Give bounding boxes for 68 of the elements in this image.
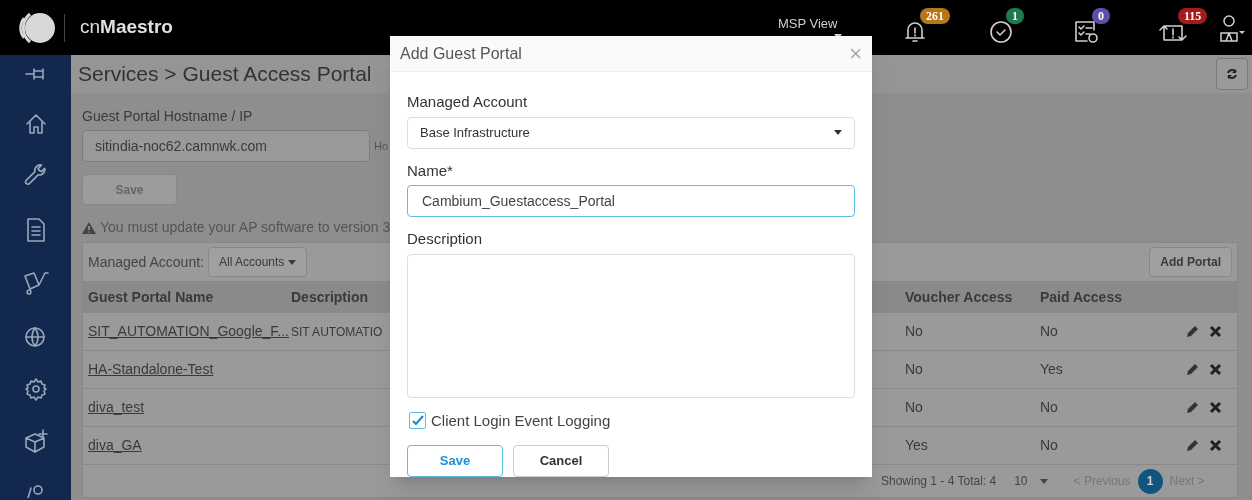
settings-icon[interactable] (23, 376, 48, 401)
table-cell-text: No (1040, 322, 1059, 341)
delete-icon[interactable] (1209, 325, 1222, 338)
cancel-button[interactable]: Cancel (513, 445, 609, 477)
table-cell-text: Yes (1040, 360, 1064, 379)
page-size-dropdown[interactable]: 10 (1014, 472, 1048, 490)
column-header: Description (291, 287, 369, 307)
hint-text: Ho (374, 138, 389, 154)
portal-link[interactable]: HA-Standalone-Test (88, 359, 291, 380)
checkbox[interactable] (409, 412, 426, 430)
pagination-summary: Showing 1 - 4 Total: 4 (881, 473, 997, 490)
description-field[interactable] (407, 253, 855, 398)
checklist-icon (1074, 19, 1100, 44)
caret-icon (834, 130, 842, 135)
edit-icon[interactable] (1186, 363, 1199, 376)
add-portal-button[interactable]: Add Portal (1149, 247, 1232, 277)
cart-icon[interactable] (21, 269, 50, 296)
refresh-icon (1226, 68, 1238, 80)
caret-icon (1039, 478, 1048, 484)
checkbox-label: Client Login Event Logging (431, 410, 611, 431)
field-label: Description (407, 229, 484, 249)
table-cell-text: No (905, 360, 924, 379)
caret-icon (288, 259, 297, 265)
delete-icon[interactable] (1209, 401, 1222, 414)
pin-icon[interactable] (24, 65, 47, 82)
count-badge: 261 (920, 8, 950, 24)
column-header: Voucher Access (905, 287, 1014, 307)
table-cell-text: No (1040, 398, 1059, 417)
table-cell-text: Yes (905, 436, 929, 455)
column-header: Paid Access (1040, 287, 1123, 307)
home-icon[interactable] (23, 111, 48, 136)
page-title: Services > Guest Access Portal (78, 61, 372, 88)
count-badge: 115 (1178, 8, 1208, 24)
name-field[interactable]: Cambium_Guestaccess_Portal (407, 185, 855, 217)
filter-label: Managed Account: (88, 252, 204, 272)
user-menu-icon[interactable] (1220, 12, 1246, 43)
table-cell-text: No (905, 398, 924, 417)
portal-link[interactable]: diva_GA (88, 435, 291, 456)
table-cell-text: No (1040, 436, 1059, 455)
view-label: MSP View (778, 16, 838, 31)
page-button[interactable]: 1 (1137, 468, 1163, 494)
account-dropdown[interactable]: All Accounts (208, 247, 308, 277)
table-cell-text: No (905, 322, 924, 341)
box-icon[interactable] (22, 428, 49, 455)
edit-icon[interactable] (1186, 325, 1199, 338)
portal-link[interactable]: diva_test (88, 397, 291, 418)
refresh-button[interactable] (1216, 58, 1248, 90)
count-badge: 0 (1092, 8, 1110, 24)
warning-icon (82, 221, 96, 234)
document-icon[interactable] (25, 217, 46, 242)
delete-icon[interactable] (1209, 439, 1222, 452)
portal-link[interactable]: SIT_AUTOMATION_Google_F... (88, 321, 291, 342)
edit-icon[interactable] (1186, 439, 1199, 452)
hostname-field[interactable]: sitindia-noc62.camnwk.com (82, 130, 370, 162)
account-select[interactable]: Base Infrastructure (407, 116, 855, 149)
field-label: Guest Portal Hostname / IP (82, 107, 254, 126)
table-cell-text: SIT AUTOMATIO (291, 323, 384, 341)
delete-icon[interactable] (1209, 363, 1222, 376)
column-header: Guest Portal Name (88, 287, 215, 307)
field-label: Name* (407, 160, 454, 181)
close-button[interactable]: × (849, 42, 862, 65)
check-circle-icon (989, 19, 1013, 44)
brand-name: cnMaestro (80, 15, 173, 40)
dialog-title: Add Guest Portal (400, 43, 522, 64)
count-badge: 1 (1006, 8, 1024, 24)
field-label: Managed Account (407, 92, 529, 112)
save-button[interactable]: Save (407, 445, 503, 477)
edit-icon[interactable] (1186, 401, 1199, 414)
